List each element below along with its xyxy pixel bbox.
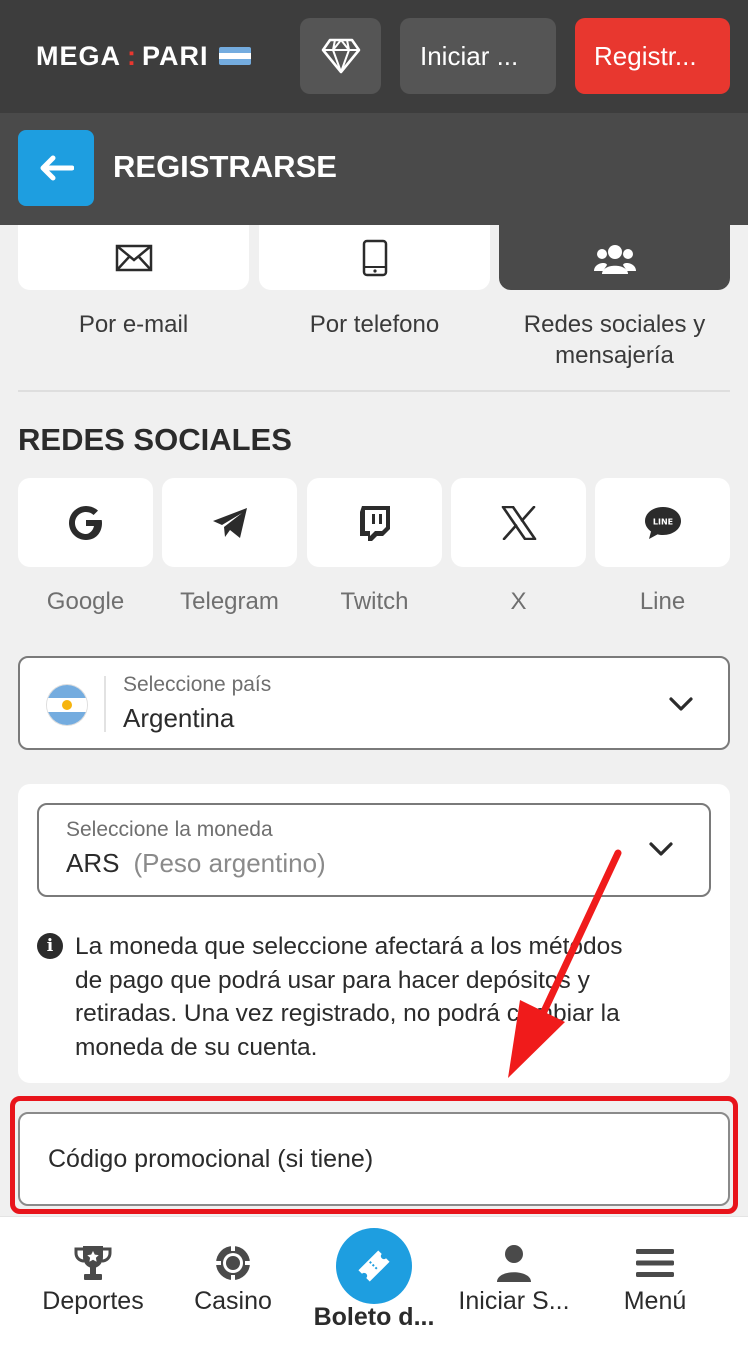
nav-casino-label: Casino xyxy=(194,1287,272,1315)
top-bar: MEGA : PARI Iniciar ... Registr... xyxy=(0,0,748,113)
twitch-icon xyxy=(359,505,390,541)
method-email-label: Por e-mail xyxy=(78,311,189,338)
ticket-icon xyxy=(358,1250,390,1282)
currency-value: ARS (Peso argentino) xyxy=(66,848,326,879)
country-select[interactable]: Seleccione país Argentina xyxy=(18,656,730,750)
section-divider xyxy=(18,390,730,392)
logo-separator: : xyxy=(127,40,136,71)
country-value: Argentina xyxy=(123,703,235,733)
method-social-label: Redes sociales y mensajería xyxy=(523,311,706,369)
line-icon: LINE xyxy=(644,506,681,539)
google-icon xyxy=(68,505,102,540)
trophy-icon xyxy=(73,1243,113,1283)
telegram-button[interactable] xyxy=(162,478,297,567)
promo-highlight-box xyxy=(10,1096,738,1214)
x-icon xyxy=(501,505,536,540)
nav-menu-label: Menú xyxy=(623,1287,687,1315)
nav-menu[interactable]: Menú xyxy=(580,1217,730,1347)
x-label: X xyxy=(510,588,527,615)
vip-diamond-button[interactable] xyxy=(300,18,381,94)
phone-icon xyxy=(362,239,387,276)
user-icon xyxy=(494,1243,534,1283)
casino-chip-icon xyxy=(213,1243,253,1283)
users-icon xyxy=(593,244,636,274)
nav-casino[interactable]: Casino xyxy=(158,1217,308,1347)
line-label: Line xyxy=(639,588,686,615)
arrow-left-icon xyxy=(40,155,74,181)
logo-text-left: MEGA xyxy=(36,40,121,71)
currency-code: ARS xyxy=(66,848,120,878)
chevron-down-icon xyxy=(649,842,673,856)
twitch-button[interactable] xyxy=(307,478,442,567)
argentina-flag-icon xyxy=(218,47,251,65)
registration-header: REGISTRARSE xyxy=(0,113,748,225)
method-phone-label: Por telefono xyxy=(309,311,440,338)
line-button[interactable]: LINE xyxy=(595,478,730,567)
method-email-tab[interactable] xyxy=(18,225,249,290)
login-button[interactable]: Iniciar ... xyxy=(400,18,556,94)
country-label: Seleccione país xyxy=(123,673,272,696)
nav-sports[interactable]: Deportes xyxy=(18,1217,168,1347)
page-title: REGISTRARSE xyxy=(113,149,337,184)
chevron-down-icon xyxy=(669,697,693,711)
social-section-title: REDES SOCIALES xyxy=(18,422,292,457)
method-social-tab[interactable] xyxy=(499,225,730,290)
currency-panel: Seleccione la moneda ARS (Peso argentino)… xyxy=(18,784,730,1083)
diamond-icon xyxy=(321,38,360,74)
nav-betslip-button[interactable] xyxy=(336,1228,412,1304)
back-button[interactable] xyxy=(18,130,94,206)
info-icon: i xyxy=(37,933,63,959)
megapari-logo[interactable]: MEGA : PARI xyxy=(36,40,251,72)
telegram-icon xyxy=(212,507,247,538)
argentina-flag-icon xyxy=(47,685,87,725)
google-label: Google xyxy=(46,588,125,615)
logo-text-right: PARI xyxy=(142,40,209,71)
currency-info-text: La moneda que seleccione afectará a los … xyxy=(75,933,623,1061)
currency-label: Seleccione la moneda xyxy=(66,818,273,841)
google-button[interactable] xyxy=(18,478,153,567)
field-divider xyxy=(104,676,106,732)
method-phone-tab[interactable] xyxy=(259,225,490,290)
envelope-icon xyxy=(115,244,152,271)
x-button[interactable] xyxy=(451,478,586,567)
svg-text:LINE: LINE xyxy=(652,517,672,526)
menu-icon xyxy=(635,1243,675,1283)
nav-login-label: Iniciar S... xyxy=(458,1287,570,1315)
currency-name: (Peso argentino) xyxy=(133,848,326,878)
nav-betslip-label: Boleto d... xyxy=(313,1303,435,1331)
nav-sports-label: Deportes xyxy=(42,1287,144,1315)
register-button[interactable]: Registr... xyxy=(575,18,730,94)
currency-select[interactable]: Seleccione la moneda ARS (Peso argentino) xyxy=(37,803,711,897)
nav-login[interactable]: Iniciar S... xyxy=(439,1217,589,1347)
twitch-label: Twitch xyxy=(340,588,409,615)
telegram-label: Telegram xyxy=(180,588,279,615)
